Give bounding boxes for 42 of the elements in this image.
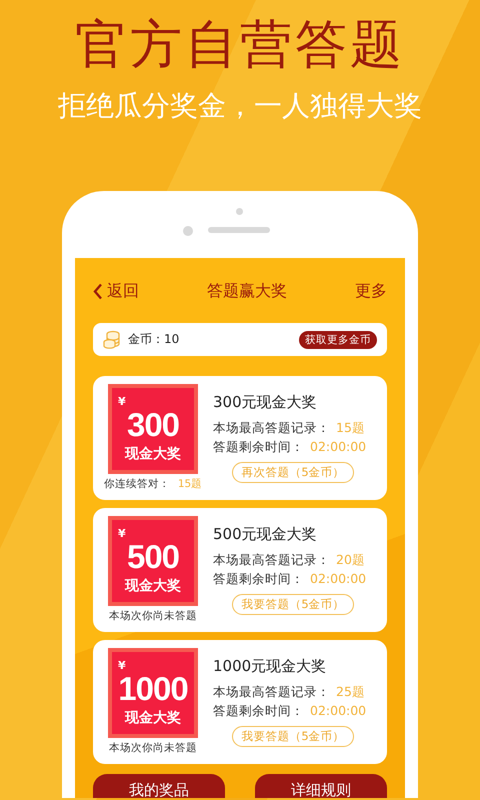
bottom-button[interactable]: 我的奖品 [93, 774, 225, 798]
prize-tile-label: 现金大奖 [125, 708, 181, 726]
streak-label: 你连续答对： [104, 477, 170, 491]
currency-sign: ¥ [118, 660, 126, 670]
prize-amount: 500 [126, 538, 180, 574]
prize-tile-label: 现金大奖 [125, 444, 181, 462]
record-value: 25题 [336, 683, 365, 701]
back-chevron-icon [93, 282, 103, 300]
camera-lens [183, 226, 193, 236]
streak-value: 15题 [178, 477, 202, 491]
get-coins-button[interactable]: 获取更多金币 [299, 330, 377, 348]
record-value: 20题 [336, 551, 365, 569]
time-label: 答题剩余时间： [213, 702, 304, 720]
currency-sign: ¥ [118, 528, 126, 538]
time-value: 02:00:00 [310, 570, 366, 588]
record-value: 15题 [336, 419, 365, 437]
more-button[interactable]: 更多 [355, 280, 387, 302]
prize-title: 500元现金大奖 [213, 524, 318, 544]
prize-amount: 300 [126, 406, 180, 442]
time-value: 02:00:00 [310, 438, 366, 456]
promo-subtitle: 拒绝瓜分奖金，一人独得大奖 [58, 88, 422, 124]
coin-balance: 金币：10 [128, 331, 180, 348]
time-label: 答题剩余时间： [213, 438, 304, 456]
time-value: 02:00:00 [310, 702, 366, 720]
back-button[interactable]: 返回 [93, 280, 139, 302]
prize-title: 1000元现金大奖 [213, 656, 328, 676]
currency-sign: ¥ [118, 396, 126, 406]
bottom-button[interactable]: 详细规则 [255, 774, 387, 798]
record-label: 本场最高答题记录： [213, 551, 330, 569]
record-label: 本场最高答题记录： [213, 683, 330, 701]
streak-label: 本场次你尚未答题 [109, 741, 197, 755]
prize-amount: 1000 [118, 670, 188, 706]
sensor-dot [236, 208, 243, 215]
speaker-grille [208, 227, 270, 233]
promo-title: 官方自营答题 [75, 14, 405, 76]
record-label: 本场最高答题记录： [213, 419, 330, 437]
page-title: 答题赢大奖 [207, 280, 287, 302]
time-label: 答题剩余时间： [213, 570, 304, 588]
prize-tile-label: 现金大奖 [125, 576, 181, 594]
prize-title: 300元现金大奖 [213, 392, 318, 412]
streak-label: 本场次你尚未答题 [109, 609, 197, 623]
coin-stack-icon [103, 330, 120, 349]
